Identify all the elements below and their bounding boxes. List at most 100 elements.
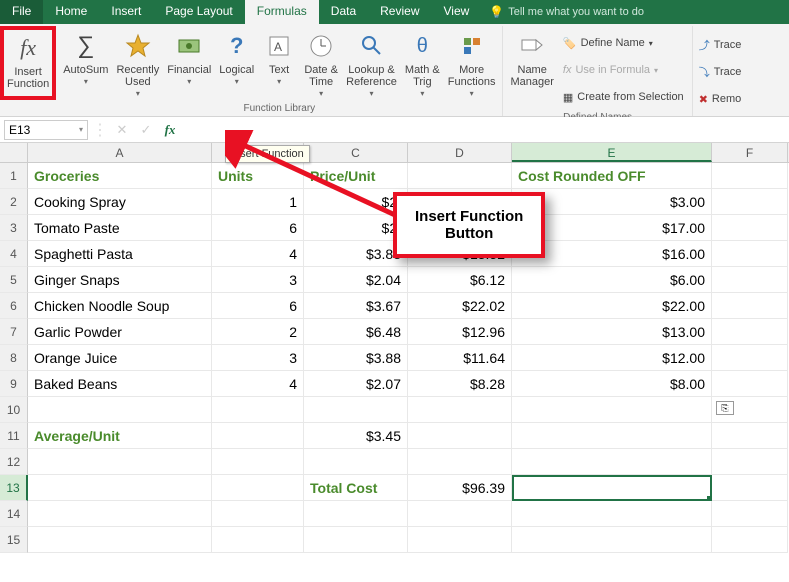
cell[interactable]: Cost Rounded OFF	[512, 163, 712, 189]
cell[interactable]	[28, 527, 212, 553]
cell[interactable]: $3.67	[304, 293, 408, 319]
cell[interactable]: $12.00	[512, 345, 712, 371]
cell[interactable]: Garlic Powder	[28, 319, 212, 345]
name-box[interactable]: E13 ▾	[4, 120, 88, 140]
cell[interactable]: Groceries	[28, 163, 212, 189]
cell[interactable]	[712, 475, 788, 501]
cell[interactable]: $3.45	[304, 423, 408, 449]
insert-function-button[interactable]: fx Insert Function	[0, 26, 56, 100]
cell[interactable]	[712, 267, 788, 293]
cell[interactable]: 6	[212, 215, 304, 241]
cell[interactable]: $6.12	[408, 267, 512, 293]
cell[interactable]: Tomato Paste	[28, 215, 212, 241]
cell[interactable]: 1	[212, 189, 304, 215]
cell[interactable]: $96.39	[408, 475, 512, 501]
cell[interactable]	[212, 449, 304, 475]
insert-function-fx-button[interactable]: fx	[160, 120, 180, 140]
row-header[interactable]: 6	[0, 293, 28, 319]
remove-arrows-button[interactable]: ✖Remo	[697, 86, 744, 112]
cell[interactable]	[712, 371, 788, 397]
cell[interactable]	[712, 423, 788, 449]
cell[interactable]: Chicken Noodle Soup	[28, 293, 212, 319]
cell[interactable]	[28, 449, 212, 475]
tab-insert[interactable]: Insert	[99, 0, 153, 24]
row-header[interactable]: 1	[0, 163, 28, 189]
cell[interactable]	[712, 241, 788, 267]
cell[interactable]	[28, 475, 212, 501]
cell[interactable]	[712, 163, 788, 189]
cell[interactable]	[512, 397, 712, 423]
cell[interactable]	[212, 475, 304, 501]
cell[interactable]: $12.96	[408, 319, 512, 345]
row-header[interactable]: 15	[0, 527, 28, 553]
cell[interactable]: $8.28	[408, 371, 512, 397]
tab-data[interactable]: Data	[319, 0, 368, 24]
cell[interactable]	[512, 423, 712, 449]
row-header[interactable]: 5	[0, 267, 28, 293]
create-from-selection-button[interactable]: ▦ Create from Selection	[559, 84, 688, 110]
tab-formulas[interactable]: Formulas	[245, 0, 319, 24]
math-trig-button[interactable]: θ Math & Trig ▾	[402, 28, 443, 100]
autosum-button[interactable]: ∑ AutoSum ▾	[60, 28, 111, 100]
cell[interactable]: Units	[212, 163, 304, 189]
formula-input[interactable]	[184, 120, 785, 140]
row-header[interactable]: 12	[0, 449, 28, 475]
tab-review[interactable]: Review	[368, 0, 431, 24]
cell[interactable]: Cooking Spray	[28, 189, 212, 215]
col-header-F[interactable]: F	[712, 143, 788, 162]
date-time-button[interactable]: Date & Time ▾	[301, 28, 341, 100]
row-header[interactable]: 13	[0, 475, 28, 501]
cell[interactable]: Spaghetti Pasta	[28, 241, 212, 267]
cell[interactable]: $11.64	[408, 345, 512, 371]
cell[interactable]	[512, 449, 712, 475]
cell[interactable]: 4	[212, 241, 304, 267]
cell[interactable]	[408, 163, 512, 189]
col-header-E[interactable]: E	[512, 143, 712, 162]
trace-precedents-button[interactable]: ⤴Trace	[697, 32, 744, 58]
col-header-A[interactable]: A	[28, 143, 212, 162]
col-header-C[interactable]: C	[304, 143, 408, 162]
cell[interactable]: $3.88	[304, 345, 408, 371]
cell[interactable]	[212, 397, 304, 423]
cell[interactable]: $22.00	[512, 293, 712, 319]
cell[interactable]	[408, 397, 512, 423]
more-functions-button[interactable]: More Functions ▾	[445, 28, 499, 100]
tell-me-search[interactable]: 💡 Tell me what you want to do	[481, 0, 644, 24]
cell[interactable]	[304, 397, 408, 423]
trace-dependents-button[interactable]: ⤵Trace	[697, 59, 744, 85]
cell[interactable]	[408, 501, 512, 527]
row-header[interactable]: 4	[0, 241, 28, 267]
cell[interactable]: $6.00	[512, 267, 712, 293]
cell[interactable]	[28, 397, 212, 423]
cell[interactable]: $13.00	[512, 319, 712, 345]
cell[interactable]	[304, 501, 408, 527]
cell[interactable]	[304, 527, 408, 553]
cell[interactable]	[712, 293, 788, 319]
recently-used-button[interactable]: Recently Used ▾	[113, 28, 162, 100]
cell[interactable]	[408, 449, 512, 475]
tab-view[interactable]: View	[432, 0, 482, 24]
cell[interactable]	[512, 527, 712, 553]
tab-page-layout[interactable]: Page Layout	[153, 0, 244, 24]
chevron-down-icon[interactable]: ▾	[79, 125, 83, 134]
cell[interactable]: 4	[212, 371, 304, 397]
cell[interactable]: Price/Unit	[304, 163, 408, 189]
row-header[interactable]: 11	[0, 423, 28, 449]
name-manager-button[interactable]: Name Manager	[507, 28, 556, 110]
row-header[interactable]: 3	[0, 215, 28, 241]
cell[interactable]	[712, 319, 788, 345]
cell[interactable]: $8.00	[512, 371, 712, 397]
cell[interactable]	[712, 527, 788, 553]
cell[interactable]: Orange Juice	[28, 345, 212, 371]
cell[interactable]	[212, 501, 304, 527]
define-name-button[interactable]: 🏷️ Define Name ▾	[559, 30, 688, 56]
cell[interactable]	[408, 423, 512, 449]
col-header-D[interactable]: D	[408, 143, 512, 162]
cell[interactable]	[512, 501, 712, 527]
cell[interactable]	[712, 189, 788, 215]
cell[interactable]	[28, 501, 212, 527]
row-header[interactable]: 14	[0, 501, 28, 527]
cell[interactable]	[212, 527, 304, 553]
tab-home[interactable]: Home	[43, 0, 99, 24]
row-header[interactable]: 2	[0, 189, 28, 215]
